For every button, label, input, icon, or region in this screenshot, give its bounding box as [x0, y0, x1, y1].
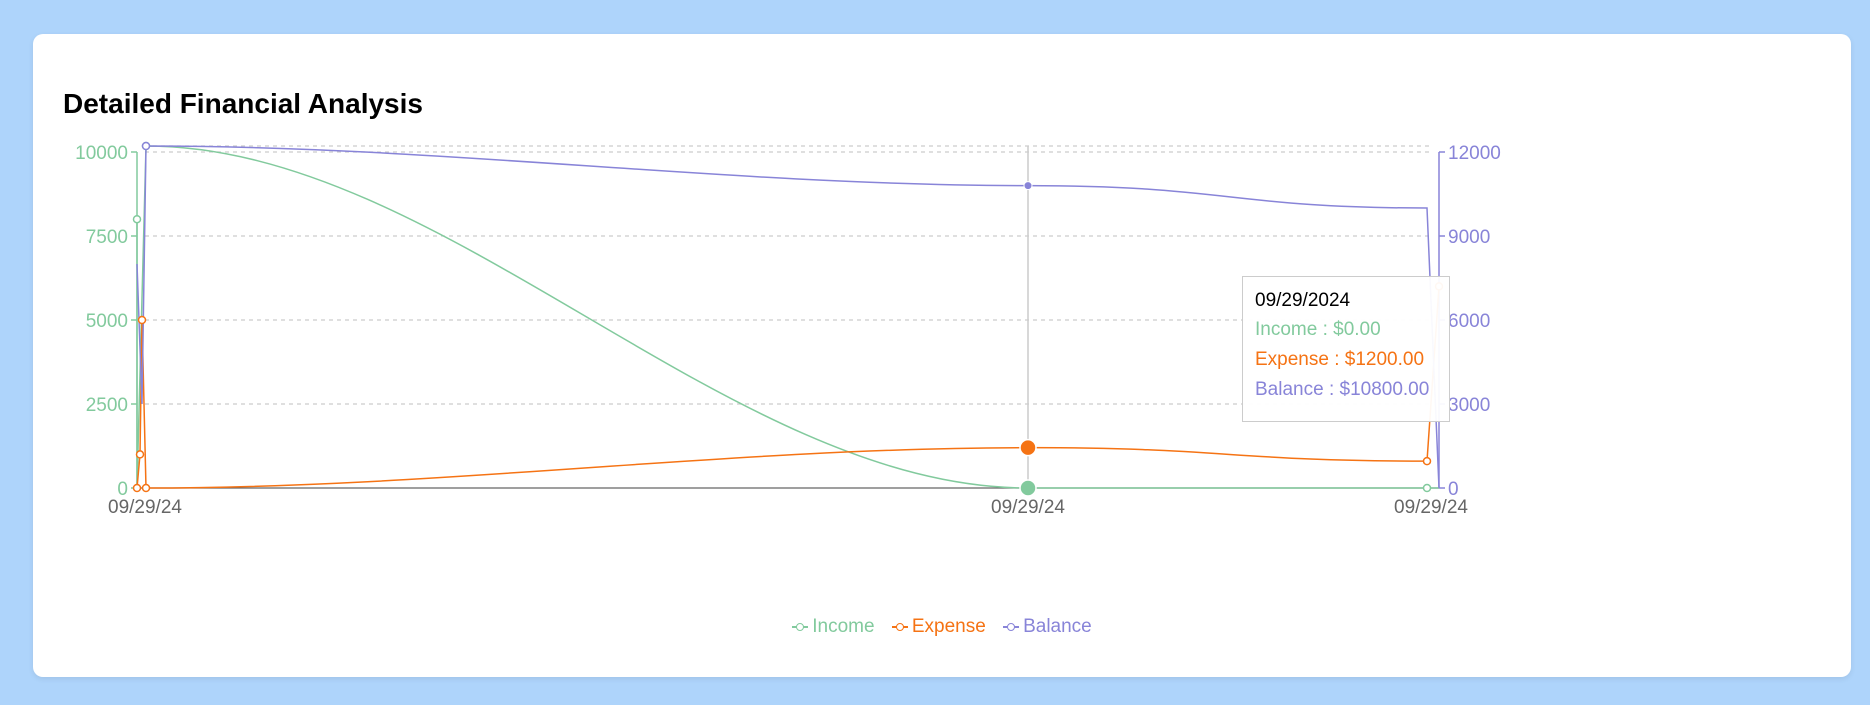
expense-point [141, 483, 151, 493]
right-axis-tick-label: 12000 [1448, 143, 1501, 164]
tooltip-balance: Balance : $10800.00 [1255, 379, 1430, 400]
balance-point [141, 141, 151, 151]
tooltip-expense: Expense : $1200.00 [1255, 349, 1425, 370]
right-axis-tick-label: 9000 [1448, 227, 1490, 248]
income-point [1422, 483, 1432, 493]
right-axis-tick-label: 3000 [1448, 395, 1490, 416]
chart-card: Detailed Financial Analysis 0 2500 5000 750… [33, 34, 1851, 677]
left-axis-tick-label: 10000 [75, 143, 128, 164]
balance-active-point [1023, 181, 1033, 191]
financial-line-chart: 02500500075001000003000600090001200009/2… [75, 141, 1501, 518]
line-circle-icon [891, 622, 908, 632]
line-circle-icon [792, 622, 809, 632]
x-axis-tick-label: 09/29/24 [991, 497, 1065, 518]
expense-point [1422, 456, 1432, 466]
left-axis-tick-label: 7500 [86, 227, 128, 248]
legend-item-expense[interactable]: Expense [891, 616, 986, 638]
chart-legend: Income Expense Balance [33, 616, 1851, 638]
left-axis-tick-label: 2500 [86, 395, 128, 416]
income-active-point [1019, 479, 1037, 497]
x-axis-tick-label: 09/29/24 [108, 497, 182, 518]
x-axis-tick-label: 09/29/24 [1394, 497, 1468, 518]
legend-label-balance: Balance [1023, 616, 1092, 637]
tooltip-income: Income : $0.00 [1255, 319, 1381, 340]
expense-point [137, 315, 147, 325]
left-axis-tick-label: 5000 [86, 311, 128, 332]
expense-active-point [1019, 438, 1037, 457]
legend-label-expense: Expense [911, 616, 986, 637]
right-axis-tick-label: 6000 [1448, 311, 1490, 332]
legend-item-balance[interactable]: Balance [1003, 616, 1092, 638]
expense-point [135, 450, 145, 459]
legend-item-income[interactable]: Income [792, 616, 875, 638]
legend-label-income: Income [812, 616, 875, 637]
chart-tooltip: 09/29/2024 Income : $0.00 Expense : $120… [1242, 276, 1450, 422]
tooltip-date: 09/29/2024 [1255, 290, 1351, 311]
line-circle-icon [1003, 622, 1020, 632]
income-point [132, 214, 142, 224]
expense-point [132, 483, 142, 493]
